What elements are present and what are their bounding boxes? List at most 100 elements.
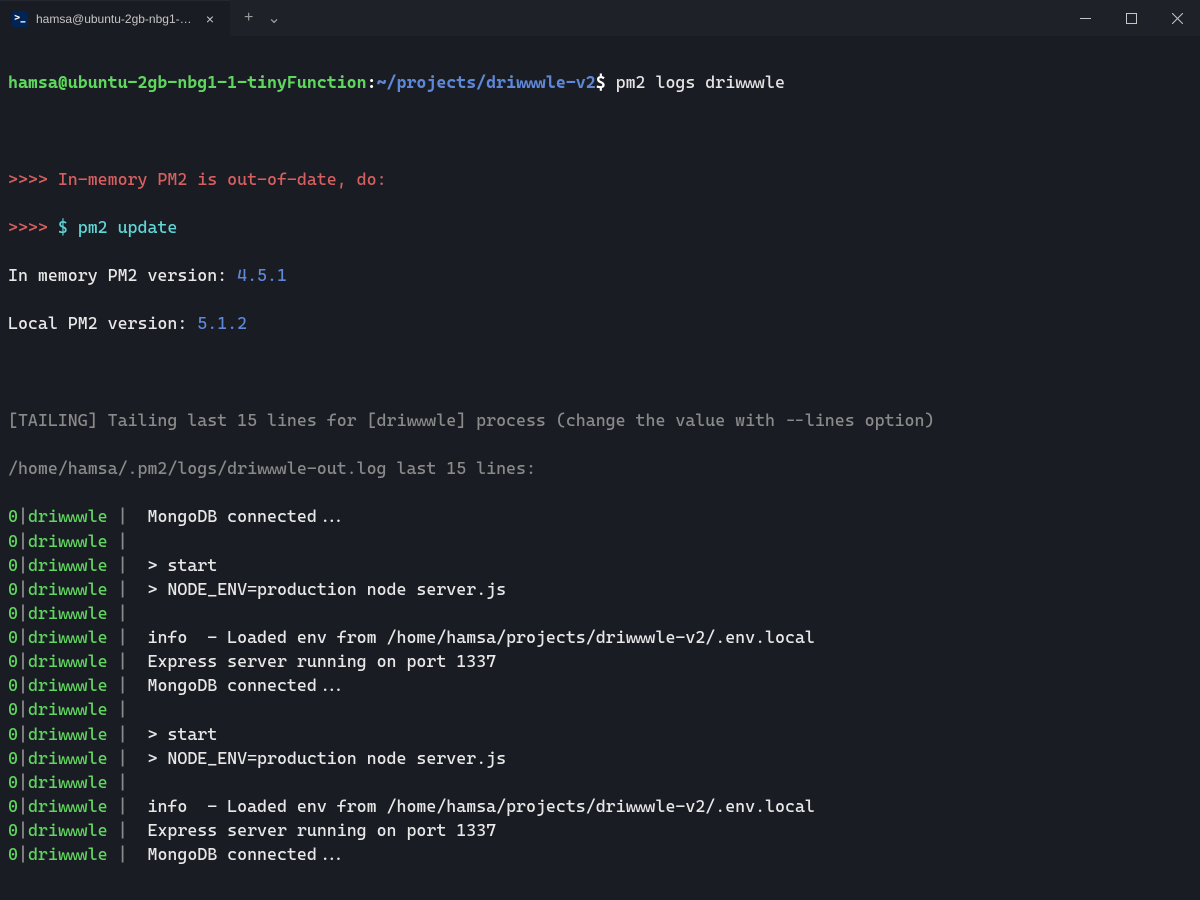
log-prefix-name: driwwwle bbox=[28, 796, 108, 816]
log-prefix-name: driwwwle bbox=[28, 506, 108, 526]
log-prefix-bar: | bbox=[108, 699, 138, 719]
blank-line bbox=[8, 118, 1192, 142]
log-message: info - Loaded env from /home/hamsa/proje… bbox=[138, 796, 815, 816]
log-prefix-num: 0 bbox=[8, 627, 18, 647]
log-prefix-sep: | bbox=[18, 506, 28, 526]
log-prefix-num: 0 bbox=[8, 531, 18, 551]
log-prefix-name: driwwwle bbox=[28, 675, 108, 695]
log-prefix-num: 0 bbox=[8, 579, 18, 599]
log-prefix-sep: | bbox=[18, 844, 28, 864]
terminal-tab[interactable]: >_ hamsa@ubuntu-2gb-nbg1-1-tinyFunction … bbox=[0, 0, 230, 36]
log-prefix-num: 0 bbox=[8, 748, 18, 768]
log-prefix-bar: | bbox=[108, 555, 138, 575]
log-line: 0|driwwwle | bbox=[8, 770, 1192, 794]
pm2-notice-line: >>>> In-memory PM2 is out-of-date, do: bbox=[8, 167, 1192, 191]
log-prefix-name: driwwwle bbox=[28, 772, 108, 792]
tabs-area: >_ hamsa@ubuntu-2gb-nbg1-1-tinyFunction … bbox=[0, 0, 295, 36]
notice-cmd: $ pm2 update bbox=[58, 217, 178, 237]
close-button[interactable] bbox=[1154, 0, 1200, 36]
window-titlebar: >_ hamsa@ubuntu-2gb-nbg1-1-tinyFunction … bbox=[0, 0, 1200, 36]
tab-title: hamsa@ubuntu-2gb-nbg1-1-tinyFunction bbox=[36, 12, 194, 26]
version-value: 4.5.1 bbox=[237, 265, 287, 285]
version-value: 5.1.2 bbox=[197, 313, 247, 333]
log-prefix-sep: | bbox=[18, 748, 28, 768]
log-prefix-bar: | bbox=[108, 724, 138, 744]
tailing-logpath: /home/hamsa/.pm2/logs/driwwwle-out.log l… bbox=[8, 456, 1192, 480]
log-prefix-num: 0 bbox=[8, 820, 18, 840]
log-prefix-sep: | bbox=[18, 820, 28, 840]
log-prefix-sep: | bbox=[18, 699, 28, 719]
log-prefix-num: 0 bbox=[8, 796, 18, 816]
minimize-button[interactable] bbox=[1062, 0, 1108, 36]
notice-prefix: >>>> bbox=[8, 169, 58, 189]
log-prefix-num: 0 bbox=[8, 844, 18, 864]
log-line: 0|driwwwle | MongoDB connected... bbox=[8, 504, 1192, 528]
log-prefix-name: driwwwle bbox=[28, 603, 108, 623]
window-controls bbox=[1062, 0, 1200, 36]
log-line: 0|driwwwle | Express server running on p… bbox=[8, 649, 1192, 673]
log-line: 0|driwwwle | info - Loaded env from /hom… bbox=[8, 625, 1192, 649]
log-line: 0|driwwwle | > NODE_ENV=production node … bbox=[8, 746, 1192, 770]
log-prefix-sep: | bbox=[18, 627, 28, 647]
log-line: 0|driwwwle | bbox=[8, 697, 1192, 721]
log-prefix-name: driwwwle bbox=[28, 627, 108, 647]
log-prefix-bar: | bbox=[108, 675, 138, 695]
log-line: 0|driwwwle | bbox=[8, 529, 1192, 553]
log-prefix-name: driwwwle bbox=[28, 724, 108, 744]
minimize-icon bbox=[1080, 13, 1091, 24]
log-message: MongoDB connected... bbox=[138, 844, 347, 864]
log-prefix-num: 0 bbox=[8, 603, 18, 623]
close-icon bbox=[1172, 13, 1183, 24]
maximize-icon bbox=[1126, 13, 1137, 24]
log-message: > start bbox=[138, 555, 218, 575]
log-line: 0|driwwwle | > NODE_ENV=production node … bbox=[8, 577, 1192, 601]
log-line: 0|driwwwle | MongoDB connected... bbox=[8, 842, 1192, 866]
log-message: > NODE_ENV=production node server.js bbox=[138, 748, 507, 768]
log-prefix-sep: | bbox=[18, 651, 28, 671]
powershell-icon: >_ bbox=[12, 11, 28, 27]
log-prefix-name: driwwwle bbox=[28, 651, 108, 671]
version-label: In memory PM2 version: bbox=[8, 265, 237, 285]
pm2-notice-line: >>>> $ pm2 update bbox=[8, 215, 1192, 239]
log-line: 0|driwwwle | > start bbox=[8, 722, 1192, 746]
log-prefix-name: driwwwle bbox=[28, 820, 108, 840]
tab-dropdown-button[interactable]: ⌄ bbox=[267, 8, 280, 28]
tailing-header: [TAILING] Tailing last 15 lines for [dri… bbox=[8, 408, 1192, 432]
log-prefix-bar: | bbox=[108, 579, 138, 599]
pm2-version-line: Local PM2 version: 5.1.2 bbox=[8, 311, 1192, 335]
log-prefix-num: 0 bbox=[8, 675, 18, 695]
log-prefix-sep: | bbox=[18, 603, 28, 623]
log-line: 0|driwwwle | bbox=[8, 601, 1192, 625]
tab-close-button[interactable]: × bbox=[202, 11, 218, 27]
maximize-button[interactable] bbox=[1108, 0, 1154, 36]
log-prefix-name: driwwwle bbox=[28, 531, 108, 551]
log-prefix-sep: | bbox=[18, 796, 28, 816]
version-label: Local PM2 version: bbox=[8, 313, 197, 333]
log-line: 0|driwwwle | > start bbox=[8, 553, 1192, 577]
prompt-line: hamsa@ubuntu-2gb-nbg1-1-tinyFunction:~/p… bbox=[8, 70, 1192, 94]
log-prefix-sep: | bbox=[18, 555, 28, 575]
log-prefix-name: driwwwle bbox=[28, 748, 108, 768]
log-line: 0|driwwwle | info - Loaded env from /hom… bbox=[8, 794, 1192, 818]
log-message: Express server running on port 1337 bbox=[138, 651, 497, 671]
notice-prefix: >>>> bbox=[8, 217, 58, 237]
prompt-path: ~/projects/driwwwle-v2 bbox=[377, 72, 596, 92]
log-prefix-sep: | bbox=[18, 531, 28, 551]
new-tab-button[interactable]: + bbox=[244, 9, 253, 27]
terminal-body[interactable]: hamsa@ubuntu-2gb-nbg1-1-tinyFunction:~/p… bbox=[0, 36, 1200, 900]
log-prefix-name: driwwwle bbox=[28, 699, 108, 719]
prompt-colon: : bbox=[367, 72, 377, 92]
prompt-command: pm2 logs driwwwle bbox=[606, 72, 785, 92]
log-message: > start bbox=[138, 724, 218, 744]
log-prefix-bar: | bbox=[108, 627, 138, 647]
log-prefix-sep: | bbox=[18, 724, 28, 744]
log-message: MongoDB connected... bbox=[138, 506, 347, 526]
notice-text: In-memory PM2 is out-of-date, do: bbox=[58, 169, 387, 189]
log-line: 0|driwwwle | MongoDB connected... bbox=[8, 673, 1192, 697]
prompt-dollar: $ bbox=[596, 72, 606, 92]
log-prefix-num: 0 bbox=[8, 555, 18, 575]
log-prefix-bar: | bbox=[108, 506, 138, 526]
log-prefix-bar: | bbox=[108, 651, 138, 671]
log-prefix-sep: | bbox=[18, 772, 28, 792]
log-prefix-name: driwwwle bbox=[28, 579, 108, 599]
